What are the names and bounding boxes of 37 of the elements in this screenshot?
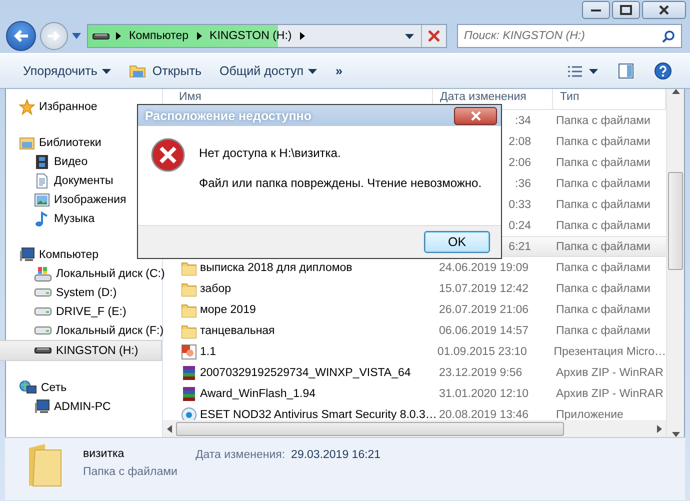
type-cell: Папка с файлами [556, 114, 650, 126]
date-cell: 26.07.2019 21:06 [439, 304, 529, 316]
type-cell: Папка с файлами [556, 262, 650, 274]
type-cell: Папка с файлами [556, 156, 650, 168]
date-cell: 06.06.2019 14:57 [439, 324, 529, 336]
type-cell: Папка с файлами [556, 240, 650, 252]
type-cell: Архив ZIP - WinRAR [556, 366, 664, 378]
type-cell: Папка с файлами [556, 304, 650, 316]
date-cell: 01.09.2015 23:10 [437, 346, 527, 358]
type-cell: Папка с файлами [556, 324, 650, 336]
date-cell: :36 [515, 178, 531, 190]
date-cell: 6:21 [508, 240, 531, 252]
type-cell: Приложение [556, 408, 624, 420]
item-type: Папка с файлами [83, 466, 178, 478]
date-cell: 0:33 [508, 198, 531, 210]
date-cell: 23.12.2019 9:56 [439, 366, 522, 378]
date-cell: 2:06 [508, 156, 531, 168]
date-value: 29.03.2019 16:21 [291, 449, 381, 461]
type-cell: Папка с файлами [556, 220, 650, 232]
type-cell: Папка с файлами [556, 282, 650, 294]
type-cell: Презентация Micro… [554, 346, 666, 358]
date-cell: 20.08.2019 13:46 [439, 408, 529, 420]
item-name: визитка [83, 448, 126, 460]
date-cell: 31.01.2020 12:10 [439, 388, 529, 400]
date-cell: 2:08 [508, 136, 531, 148]
type-cell: Архив ZIP - WinRAR [556, 388, 664, 400]
date-label: Дата изменения: [195, 449, 286, 461]
error-message: Нет доступа к H:\визитка. [199, 146, 342, 160]
date-cell: :34 [515, 114, 531, 126]
date-cell: 0:24 [508, 220, 531, 232]
date-cell: 24.06.2019 19:09 [439, 262, 529, 274]
error-detail: Файл или папка повреждены. Чтение невозможно. [199, 176, 482, 190]
dialog-title: Расположение недоступно [145, 108, 312, 122]
type-cell: Папка с файлами [556, 178, 650, 190]
date-cell: 15.07.2019 12:42 [439, 282, 529, 294]
type-cell: Папка с файлами [556, 136, 650, 148]
type-cell: Папка с файлами [556, 198, 650, 210]
